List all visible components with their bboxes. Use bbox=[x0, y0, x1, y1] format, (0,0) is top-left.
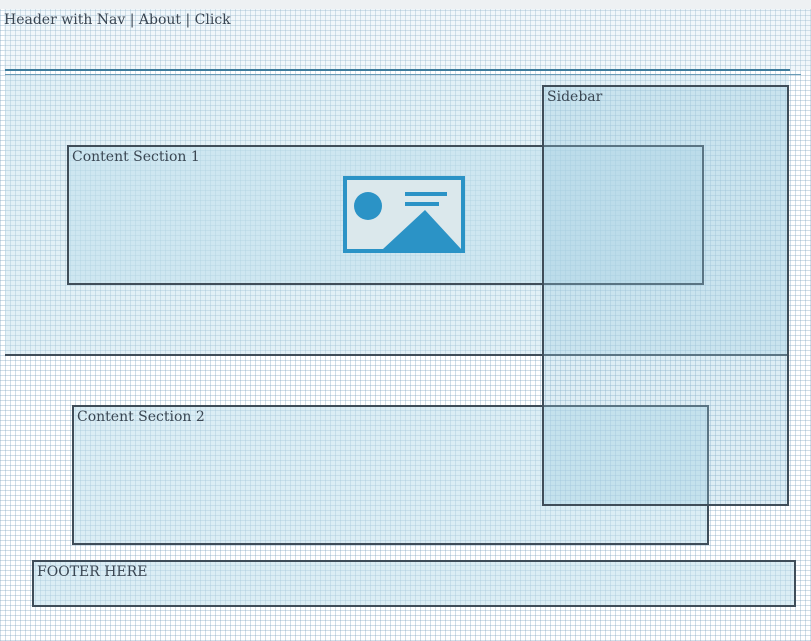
content-section-2-label: Content Section 2 bbox=[77, 409, 205, 425]
header-divider-secondary bbox=[5, 74, 801, 75]
image-placeholder-icon bbox=[343, 176, 465, 253]
header-divider bbox=[5, 69, 790, 71]
footer-label: FOOTER HERE bbox=[37, 564, 148, 580]
top-strip bbox=[0, 0, 811, 9]
sidebar-label: Sidebar bbox=[547, 89, 603, 105]
footer: FOOTER HERE bbox=[32, 560, 796, 607]
content-section-1-label: Content Section 1 bbox=[72, 149, 200, 165]
sidebar: Sidebar bbox=[542, 85, 789, 506]
header-nav-text: Header with Nav | About | Click bbox=[4, 12, 231, 28]
